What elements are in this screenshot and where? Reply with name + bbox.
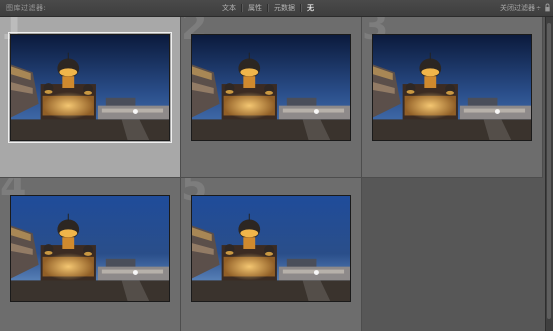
grid-cell[interactable]: 5 [181,178,362,331]
grid-cell[interactable]: 1 [0,17,181,178]
grid-cell[interactable]: 2 [181,17,362,178]
filter-preset-dropdown[interactable]: 关闭过滤器÷ [500,3,541,13]
photo-thumbnail[interactable] [372,34,532,141]
filter-tab-attribute[interactable]: 属性 [243,2,267,14]
scrollbar-thumb[interactable] [547,23,551,319]
thumbnail-grid: 1 2 3 4 5 [0,17,546,331]
filter-tab-text[interactable]: 文本 [217,2,241,14]
photo-image [11,35,169,140]
filter-preset-label: 关闭过滤器 [499,4,535,12]
photo-thumbnail[interactable] [10,195,170,302]
photo-image [192,196,350,301]
photo-thumbnail[interactable] [191,195,351,302]
lock-icon[interactable] [545,3,550,12]
photo-image [11,196,169,301]
filter-tab-metadata[interactable]: 元数据 [269,2,300,14]
photo-image [373,35,531,140]
photo-image [192,35,350,140]
photo-thumbnail[interactable] [191,34,351,141]
library-grid-view: 图库过滤器: 文本 属性 元数据 无 关闭过滤器÷ 1 2 3 4 5 [0,0,553,331]
photo-thumbnail[interactable] [8,32,172,143]
chevron-down-icon: ÷ [535,5,541,12]
grid-cell[interactable]: 3 [362,17,543,178]
grid-cell[interactable]: 4 [0,178,181,331]
filter-bar-title: 图库过滤器: [6,4,47,12]
vertical-scrollbar[interactable] [545,17,553,331]
filter-tab-none[interactable]: 无 [302,2,319,14]
library-filter-bar: 图库过滤器: 文本 属性 元数据 无 关闭过滤器÷ [0,0,553,17]
filter-tabs: 文本 属性 元数据 无 [217,2,319,14]
